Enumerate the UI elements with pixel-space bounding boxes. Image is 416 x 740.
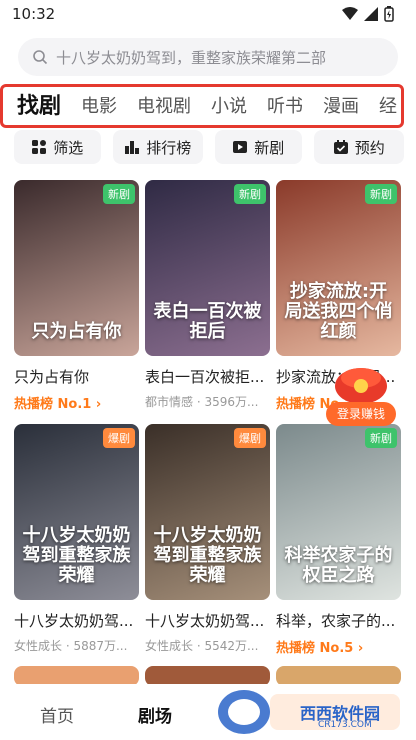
drama-card[interactable]: 新剧 表白一百次被拒后 表白一百次被拒... 都市情感 · 3596万... (145, 180, 270, 410)
new-badge: 新剧 (365, 184, 397, 204)
play-icon (233, 141, 248, 153)
poster-title-art: 科举农家子的权臣之路 (284, 545, 393, 586)
new-badge: 新剧 (234, 184, 266, 204)
poster-image[interactable]: 爆剧 十八岁太奶奶驾到重整家族荣耀 (145, 424, 270, 600)
category-tabs: 找剧 电影 电视剧 小说 听书 漫画 经 (17, 91, 401, 123)
reserve-button[interactable]: 预约 (313, 130, 404, 164)
tab-audiobook[interactable]: 听书 (267, 91, 303, 123)
new-badge: 新剧 (103, 184, 135, 204)
poster-image[interactable]: 新剧 只为占有你 (14, 180, 139, 356)
drama-meta[interactable]: 热播榜 No.5 › (276, 637, 401, 656)
nav-home[interactable]: 首页 (40, 702, 74, 727)
hot-badge: 爆剧 (103, 428, 135, 448)
signal-icon (364, 7, 378, 21)
drama-meta[interactable]: 热播榜 No.1 › (14, 393, 139, 412)
drama-title: 表白一百次被拒... (145, 368, 265, 386)
tab-more-truncated[interactable]: 经 (379, 91, 397, 123)
calendar-check-icon (333, 140, 348, 154)
watermark-sub: CR173.COM (318, 720, 372, 730)
poster-image[interactable]: 爆剧 十八岁太奶奶驾到重整家族荣耀 (14, 424, 139, 600)
filter-button[interactable]: 筛选 (14, 130, 101, 164)
poster-title-art: 十八岁太奶奶驾到重整家族荣耀 (22, 525, 131, 586)
poster-image[interactable] (14, 666, 139, 686)
ranking-label: 排行榜 (146, 138, 192, 157)
drama-card-partial[interactable] (145, 666, 270, 686)
poster-title-art: 只为占有你 (31, 321, 122, 342)
status-icons (342, 6, 394, 22)
drama-card-partial[interactable] (276, 666, 401, 686)
tab-comic[interactable]: 漫画 (323, 91, 359, 123)
drama-card[interactable]: 爆剧 十八岁太奶奶驾到重整家族荣耀 十八岁太奶奶驾... 女性成长 · 5542… (145, 424, 270, 654)
drama-title: 十八岁太奶奶驾... (14, 612, 134, 630)
drama-title: 十八岁太奶奶驾... (145, 612, 265, 630)
tab-tv-series[interactable]: 电视剧 (137, 91, 191, 123)
reserve-label: 预约 (354, 138, 385, 157)
drama-card[interactable]: 爆剧 十八岁太奶奶驾到重整家族荣耀 十八岁太奶奶驾... 女性成长 · 5887… (14, 424, 139, 654)
drama-title: 科举，农家子的... (276, 612, 396, 630)
battery-icon (384, 6, 394, 22)
bar-chart-icon (125, 141, 140, 154)
status-bar: 10:32 (0, 0, 416, 28)
new-badge: 新剧 (365, 428, 397, 448)
tab-find-drama[interactable]: 找剧 (17, 91, 61, 123)
hot-badge: 爆剧 (234, 428, 266, 448)
poster-image[interactable] (276, 666, 401, 686)
search-icon (33, 50, 48, 65)
drama-title: 只为占有你 (14, 368, 90, 386)
search-placeholder: 十八岁太奶奶驾到，重整家族荣耀第二部 (56, 48, 327, 67)
new-drama-label: 新剧 (254, 138, 285, 157)
wifi-icon (342, 7, 358, 20)
poster-image[interactable]: 新剧 科举农家子的权臣之路 (276, 424, 401, 600)
poster-title-art: 十八岁太奶奶驾到重整家族荣耀 (153, 525, 262, 586)
drama-meta: 都市情感 · 3596万... (145, 395, 259, 409)
poster-image[interactable] (145, 666, 270, 686)
nav-theater[interactable]: 剧场 (138, 702, 172, 727)
poster-title-art: 表白一百次被拒后 (153, 301, 262, 342)
new-drama-button[interactable]: 新剧 (215, 130, 302, 164)
poster-image[interactable]: 新剧 表白一百次被拒后 (145, 180, 270, 356)
filter-label: 筛选 (53, 138, 84, 157)
category-tab-strip: 找剧 电影 电视剧 小说 听书 漫画 经 (0, 84, 404, 128)
tab-novel[interactable]: 小说 (211, 91, 247, 123)
login-earn-button[interactable]: 登录赚钱 (326, 402, 396, 426)
drama-card-partial[interactable] (14, 666, 139, 686)
ranking-button[interactable]: 排行榜 (112, 130, 203, 164)
status-time: 10:32 (12, 5, 56, 23)
drama-card[interactable]: 新剧 只为占有你 只为占有你 热播榜 No.1 › (14, 180, 139, 412)
tab-movie[interactable]: 电影 (81, 91, 117, 123)
drama-meta: 女性成长 · 5542万... (145, 639, 259, 653)
filter-row: 筛选 排行榜 新剧 预约 (14, 130, 404, 164)
poster-title-art: 抄家流放:开局送我四个俏红颜 (284, 281, 393, 342)
grid-icon (32, 140, 47, 154)
drama-card[interactable]: 新剧 科举农家子的权臣之路 科举，农家子的... 热播榜 No.5 › (276, 424, 401, 656)
poster-image[interactable]: 新剧 抄家流放:开局送我四个俏红颜 (276, 180, 401, 356)
red-envelope-gift-icon[interactable] (330, 360, 392, 408)
drama-meta: 女性成长 · 5887万... (14, 639, 128, 653)
search-bar[interactable]: 十八岁太奶奶驾到，重整家族荣耀第二部 (18, 38, 398, 76)
